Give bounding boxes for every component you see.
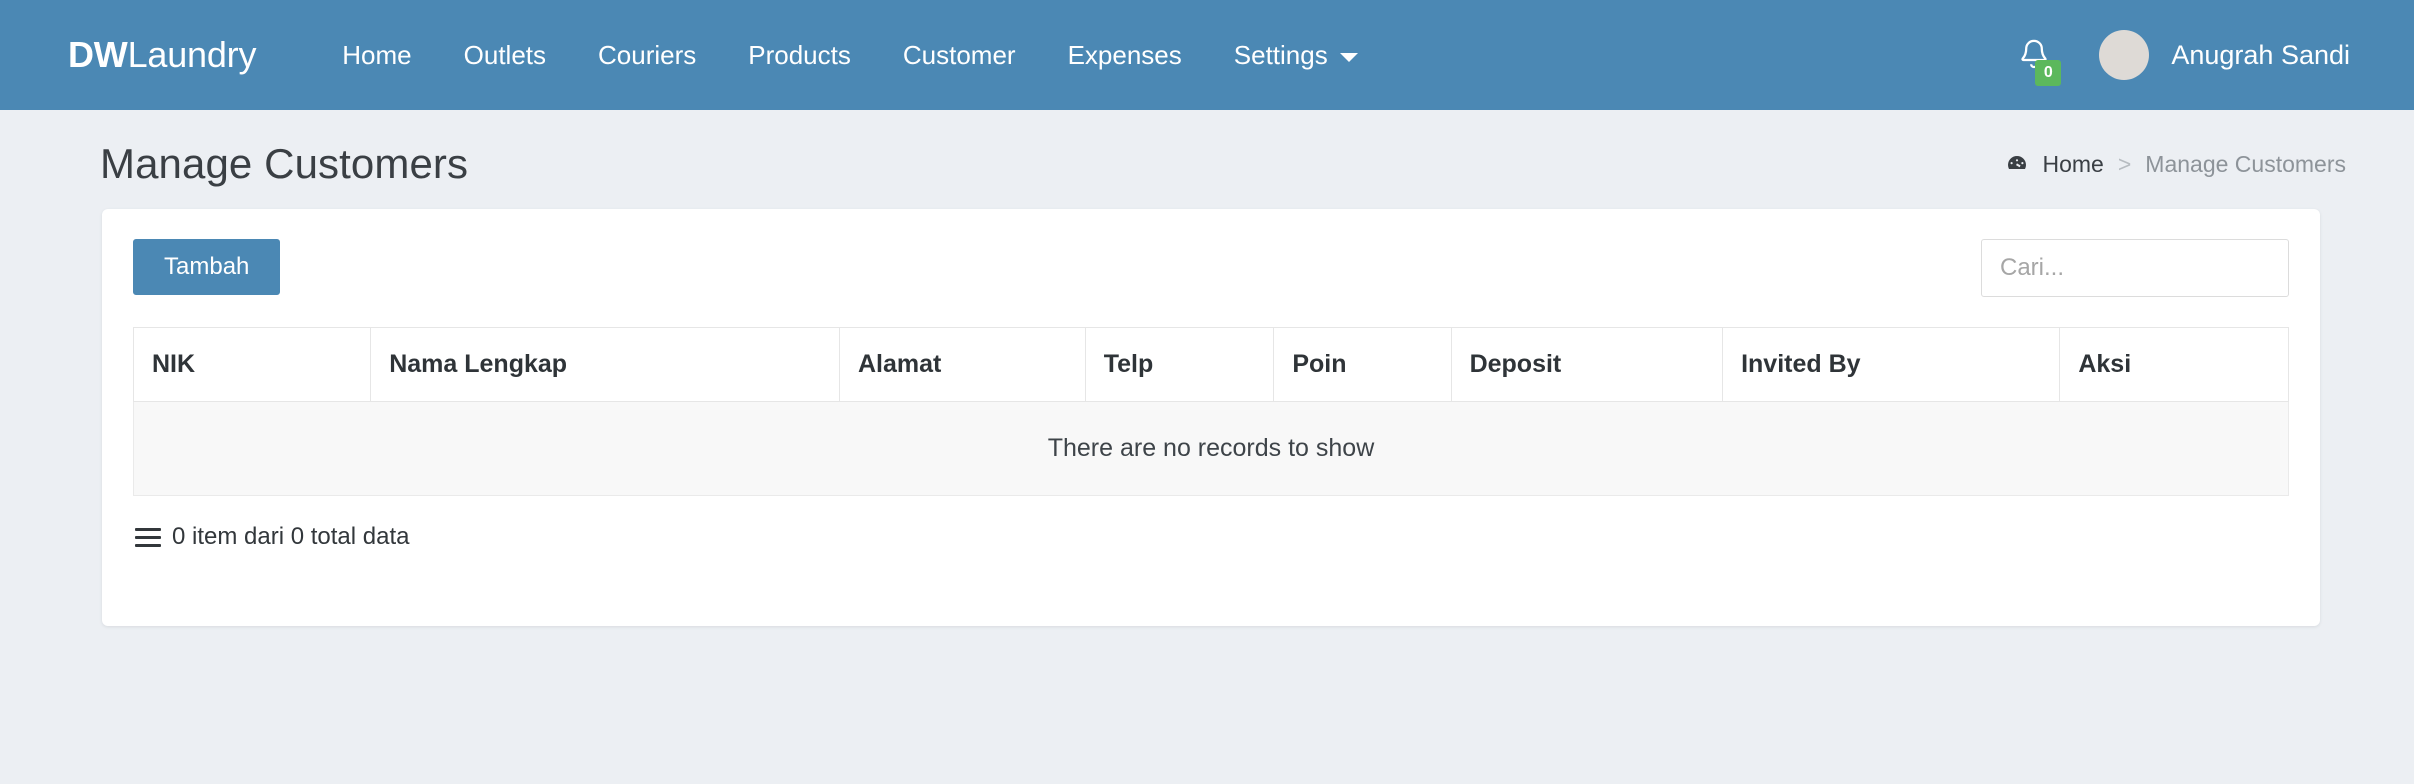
nav-item-outlets[interactable]: Outlets <box>438 40 572 71</box>
nav-item-products[interactable]: Products <box>722 40 877 71</box>
user-menu[interactable]: Anugrah Sandi <box>2077 30 2350 80</box>
add-customer-button[interactable]: Tambah <box>133 239 281 296</box>
column-header-deposit[interactable]: Deposit <box>1451 327 1724 402</box>
breadcrumb-home-link[interactable]: Home <box>2043 151 2104 178</box>
table-footer-info: 0 item dari 0 total data <box>133 523 2289 551</box>
nav-item-outlets-label: Outlets <box>463 39 547 70</box>
breadcrumb-current: Manage Customers <box>2145 150 2346 177</box>
table-header-row: NIK Nama Lengkap Alamat Telp Poin Deposi… <box>132 327 2289 402</box>
page-header: Manage Customers Home > Manage Customers <box>0 110 2414 196</box>
column-header-nik[interactable]: NIK <box>132 327 372 402</box>
column-header-aksi[interactable]: Aksi <box>2059 327 2289 402</box>
nav-item-couriers-label: Couriers <box>598 39 697 70</box>
nav-item-customer[interactable]: Customer <box>877 40 1042 71</box>
nav-item-customer-label: Customer <box>902 39 1016 70</box>
card-toolbar: Tambah <box>133 239 2289 313</box>
column-header-alamat[interactable]: Alamat <box>839 327 1086 402</box>
table-body: There are no records to show <box>133 401 2289 496</box>
column-header-invited-by[interactable]: Invited By <box>1722 327 2061 402</box>
nav-item-expenses-label: Expenses <box>1067 39 1182 70</box>
breadcrumb-separator: > <box>2117 150 2132 177</box>
customers-card: Tambah NIK Nama Lengkap Alamat Telp Poin… <box>102 209 2320 626</box>
list-icon <box>135 527 161 547</box>
search-input[interactable] <box>1981 239 2289 297</box>
nav-item-expenses[interactable]: Expenses <box>1042 40 1208 71</box>
nav-item-home-label: Home <box>342 39 412 70</box>
top-navbar: DWLaundry Home Outlets Couriers Products… <box>0 0 2414 110</box>
nav-item-settings[interactable]: Settings <box>1208 40 1384 71</box>
record-count-label: 0 item dari 0 total data <box>172 523 410 550</box>
brand-logo[interactable]: DWLaundry <box>68 34 256 76</box>
page-title: Manage Customers <box>100 140 469 187</box>
brand-logo-light: Laundry <box>127 34 257 75</box>
empty-state-message: There are no records to show <box>133 401 2289 496</box>
nav-item-settings-label: Settings <box>1233 39 1328 70</box>
column-header-telp[interactable]: Telp <box>1085 327 1275 402</box>
notification-count-badge: 0 <box>2035 60 2062 86</box>
breadcrumb: Home > Manage Customers <box>2005 150 2346 178</box>
notifications-button[interactable]: 0 <box>1991 36 2077 86</box>
customers-table: NIK Nama Lengkap Alamat Telp Poin Deposi… <box>132 327 2289 496</box>
table-empty-row: There are no records to show <box>133 401 2289 496</box>
column-header-nama-lengkap[interactable]: Nama Lengkap <box>370 327 840 402</box>
nav-item-couriers[interactable]: Couriers <box>572 40 722 71</box>
avatar <box>2099 30 2150 80</box>
user-name-label: Anugrah Sandi <box>2171 39 2350 70</box>
dashboard-icon <box>2005 152 2029 176</box>
table-header: NIK Nama Lengkap Alamat Telp Poin Deposi… <box>132 327 2289 402</box>
column-header-poin[interactable]: Poin <box>1273 327 1452 402</box>
nav-item-home[interactable]: Home <box>316 40 437 71</box>
nav-item-products-label: Products <box>748 39 851 70</box>
main-nav: Home Outlets Couriers Products Customer … <box>316 40 1383 71</box>
brand-logo-bold: DW <box>68 34 128 75</box>
navbar-right-group: 0 Anugrah Sandi <box>1991 0 2350 110</box>
chevron-down-icon <box>1339 52 1358 62</box>
